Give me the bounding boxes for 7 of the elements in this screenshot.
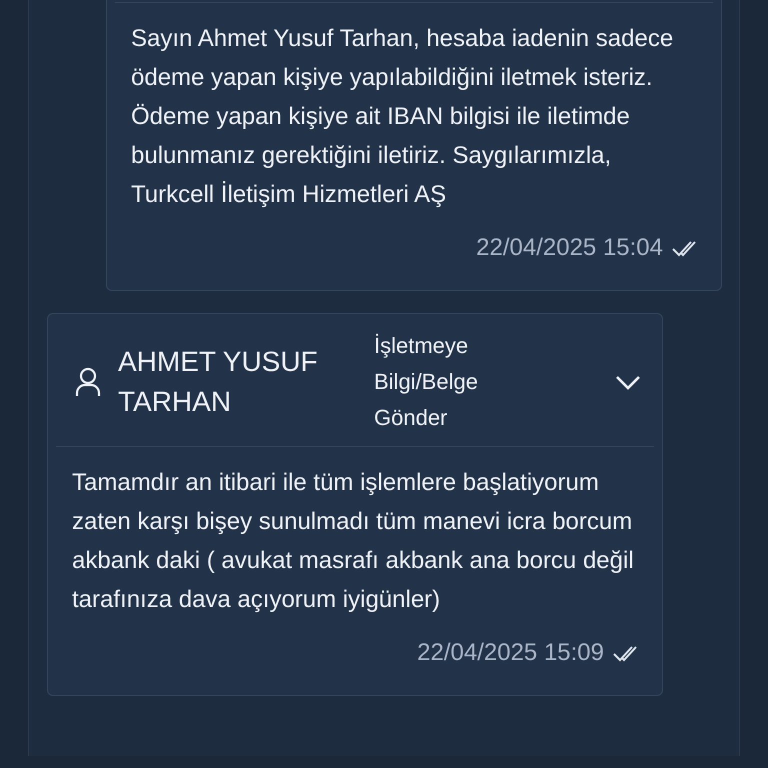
sender-name: AHMET YUSUF TARHAN (118, 345, 319, 419)
user-icon (74, 367, 102, 397)
message-category: İşletmeye Bilgi/Belge Gönder (374, 332, 479, 432)
message-text: Sayın Ahmet Yusuf Tarhan, hesaba iadenin sadece ödeme yapan kişiye yapılabildiğini iletmek isteriz. Ödeme yapan kişiye ait IBAN bilgisi ile iletimde bulunmanız gerektiğini iletiriz. Saygılarımızla, Turkcell İletişim Hizmetleri AŞ (131, 24, 674, 210)
message-text: Tamamdır an itibari ile tüm işlemlere başlatiyorum zaten karşı bişey sunulmadı tüm manevi icra borcum akbank daki ( avukat masrafı akbank ana borcu değil tarafınıza dava açıyorum iyigünler) (72, 468, 635, 615)
message-time: 22/04/2025 15:09 (417, 638, 604, 668)
message-time: 22/04/2025 15:04 (476, 233, 663, 263)
